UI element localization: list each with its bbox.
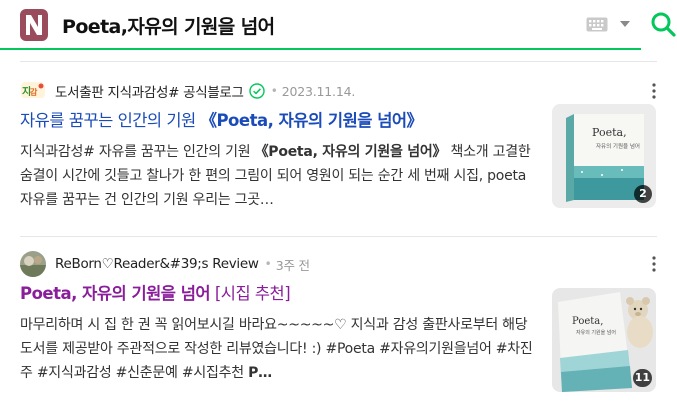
desc-highlight: 《Poeta, 자유의 기원을 넘어》 (254, 144, 447, 160)
svg-text:자유의 기원을 넘어: 자유의 기원을 넘어 (596, 142, 640, 150)
result-description[interactable]: 마무리하며 시 집 한 권 꼭 읽어보시길 바라요~~~~~♡ 지식과 감성 출… (20, 313, 538, 385)
keyboard-icon[interactable] (586, 17, 608, 32)
desc-text: 마무리하며 시 집 한 권 꼭 읽어보시길 바라요~~~~~♡ 지식과 감성 출… (20, 317, 533, 381)
result-meta: 지 감 도서출판 지식과감성# 공식블로그 • 2023.11.14. (20, 78, 355, 104)
result-item: ReBorn♡Reader&#39;s Review • 3주 전 Poeta,… (0, 251, 677, 401)
blog-source[interactable]: 도서출판 지식과감성# 공식블로그 (55, 81, 244, 101)
desc-text: 지식과감성# 자유를 꿈꾸는 인간의 기원 (20, 144, 255, 160)
avatar[interactable] (20, 251, 46, 277)
result-meta: ReBorn♡Reader&#39;s Review • 3주 전 (20, 251, 310, 277)
result-description[interactable]: 지식과감성# 자유를 꿈꾸는 인간의 기원 《Poeta, 자유의 기원을 넘어… (20, 140, 538, 212)
verified-check-icon (248, 83, 265, 99)
divider (20, 61, 657, 62)
image-count-badge: 11 (632, 369, 652, 387)
meta-separator: • (264, 257, 272, 271)
search-query[interactable]: Poeta,자유의 기원을 넘어 (62, 12, 275, 39)
svg-text:자유의 기원을 넘어: 자유의 기원을 넘어 (576, 329, 616, 336)
title-suffix: [시집 추천] (210, 284, 291, 303)
avatar[interactable]: 지 감 (20, 78, 46, 104)
result-thumbnail[interactable]: Poeta, 자유의 기원을 넘어 11 (552, 288, 656, 392)
naver-logo-icon[interactable] (20, 9, 48, 41)
result-item: 지 감 도서출판 지식과감성# 공식블로그 • 2023.11.14. 자유를 … (0, 78, 677, 228)
desc-highlight: P… (248, 365, 272, 381)
search-icon[interactable] (650, 11, 677, 38)
title-highlight: Poeta, 자유의 기원을 넘어 (20, 284, 211, 303)
svg-text:Poeta,: Poeta, (572, 316, 603, 327)
result-thumbnail[interactable]: Poeta, 자유의 기원을 넘어 2 (552, 104, 656, 208)
blog-source[interactable]: ReBorn♡Reader&#39;s Review (55, 256, 259, 272)
search-box-underline (0, 48, 641, 50)
title-prefix: 자유를 꿈꾸는 인간의 기원 (20, 111, 201, 130)
svg-text:감: 감 (30, 87, 38, 97)
more-vertical-icon[interactable] (648, 255, 660, 273)
divider (20, 236, 657, 237)
image-count-badge: 2 (634, 185, 652, 203)
post-date: 3주 전 (275, 257, 310, 273)
result-title-link[interactable]: Poeta, 자유의 기원을 넘어 [시집 추천] (20, 280, 291, 304)
svg-text:Poeta,: Poeta, (592, 126, 627, 139)
caret-down-icon[interactable] (620, 21, 630, 28)
post-date: 2023.11.14. (281, 83, 356, 99)
result-title-link[interactable]: 자유를 꿈꾸는 인간의 기원 《Poeta, 자유의 기원을 넘어》 (20, 107, 423, 131)
meta-separator: • (270, 84, 278, 98)
more-vertical-icon[interactable] (648, 82, 660, 100)
title-highlight: 《Poeta, 자유의 기원을 넘어》 (200, 111, 423, 130)
search-header: Poeta,자유의 기원을 넘어 (0, 0, 677, 50)
